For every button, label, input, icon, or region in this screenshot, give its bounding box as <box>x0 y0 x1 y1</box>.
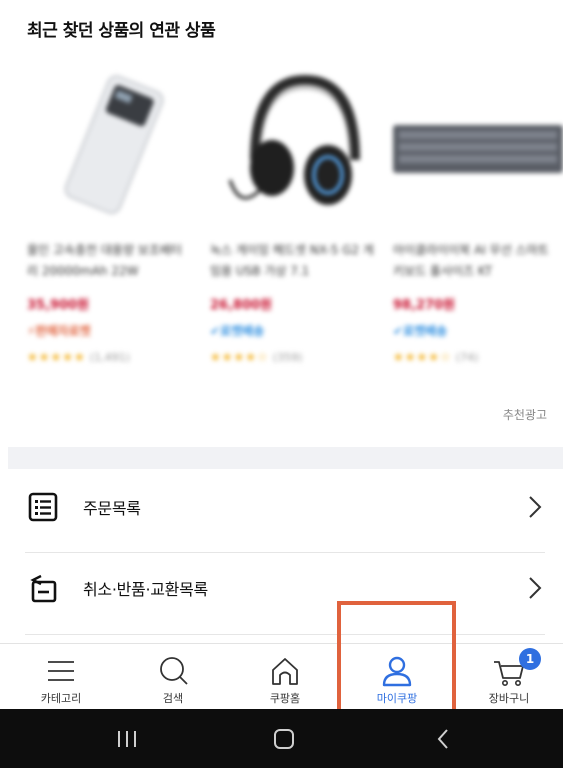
product-name[interactable]: 올인 고속충전 대용량 보조배터리 20000mAh 22W <box>27 240 192 284</box>
rating-stars: ★★★★☆ (359) <box>210 350 303 364</box>
product-price: 26,800원 <box>210 298 273 313</box>
review-count: (74) <box>455 351 479 364</box>
product-price: 98,270원 <box>393 298 456 313</box>
back-button[interactable] <box>398 709 488 768</box>
section-divider <box>8 447 563 469</box>
delivery-badge: ✔로켓배송 <box>393 324 448 338</box>
tab-label: 쿠팡홈 <box>269 692 301 705</box>
search-icon <box>160 657 188 685</box>
tab-cart[interactable]: 1 장바구니 <box>459 644 559 710</box>
tab-home[interactable]: 쿠팡홈 <box>235 644 335 710</box>
home-icon <box>272 658 298 685</box>
row-divider <box>25 634 545 635</box>
delivery-badge: ⚡판매자로켓 <box>27 324 91 338</box>
product-card[interactable]: 녹스 게이밍 헤드셋 NX-5 G2 게임용 USB 가상 7.1 26,800… <box>210 60 385 380</box>
product-card[interactable]: 아이클라이이북 AI 무선 스마트 키보드 풀사이즈 KT 98,270원 ✔로… <box>393 60 563 380</box>
review-count: (359) <box>272 351 303 364</box>
rating-stars: ★★★★☆ (74) <box>393 350 479 364</box>
rating-stars: ★★★★★ (1,491) <box>27 350 130 364</box>
tab-label: 검색 <box>162 692 184 705</box>
product-name[interactable]: 아이클라이이북 AI 무선 스마트 키보드 풀사이즈 KT <box>393 240 558 284</box>
power-bank-image <box>64 75 164 215</box>
menu-item-orders[interactable]: 주문목록 <box>25 467 545 547</box>
keyboard-image <box>393 125 563 173</box>
recent-apps-icon <box>118 730 136 747</box>
recent-apps-button[interactable] <box>82 709 172 768</box>
back-chevron-icon <box>437 728 448 749</box>
chevron-right-icon <box>529 496 542 518</box>
sponsored-label[interactable]: 추천광고 <box>503 406 547 423</box>
product-name[interactable]: 녹스 게이밍 헤드셋 NX-5 G2 게임용 USB 가상 7.1 <box>210 240 375 284</box>
home-button[interactable] <box>239 709 329 768</box>
bottom-tab-bar: 카테고리 검색 쿠팡홈 마이쿠팡 1 장바구니 <box>0 643 563 709</box>
menu-item-cancel-return-exchange[interactable]: 취소·반품·교환목록 <box>25 548 545 628</box>
tab-category[interactable]: 카테고리 <box>11 644 111 710</box>
section-title: 최근 찾던 상품의 연관 상품 <box>27 21 216 41</box>
chevron-right-icon <box>529 577 542 599</box>
tab-label: 카테고리 <box>40 692 82 705</box>
menu-icon <box>48 661 74 681</box>
menu-label: 주문목록 <box>83 499 141 518</box>
menu-label: 취소·반품·교환목록 <box>83 580 208 599</box>
product-price: 35,900원 <box>27 298 90 313</box>
cart-count-badge: 1 <box>519 648 541 670</box>
product-card[interactable]: 올인 고속충전 대용량 보조배터리 20000mAh 22W 35,900원 ⚡… <box>27 60 202 380</box>
delivery-badge: ✔로켓배송 <box>210 324 265 338</box>
system-navigation-bar <box>0 709 563 768</box>
related-products-carousel[interactable]: 올인 고속충전 대용량 보조배터리 20000mAh 22W 35,900원 ⚡… <box>0 60 563 390</box>
tab-search[interactable]: 검색 <box>123 644 223 710</box>
list-icon <box>25 489 61 525</box>
gaming-headset-image <box>228 74 360 205</box>
home-square-icon <box>274 728 294 749</box>
review-count: (1,491) <box>89 351 130 364</box>
tab-label: 장바구니 <box>488 692 530 705</box>
return-icon <box>25 570 61 606</box>
